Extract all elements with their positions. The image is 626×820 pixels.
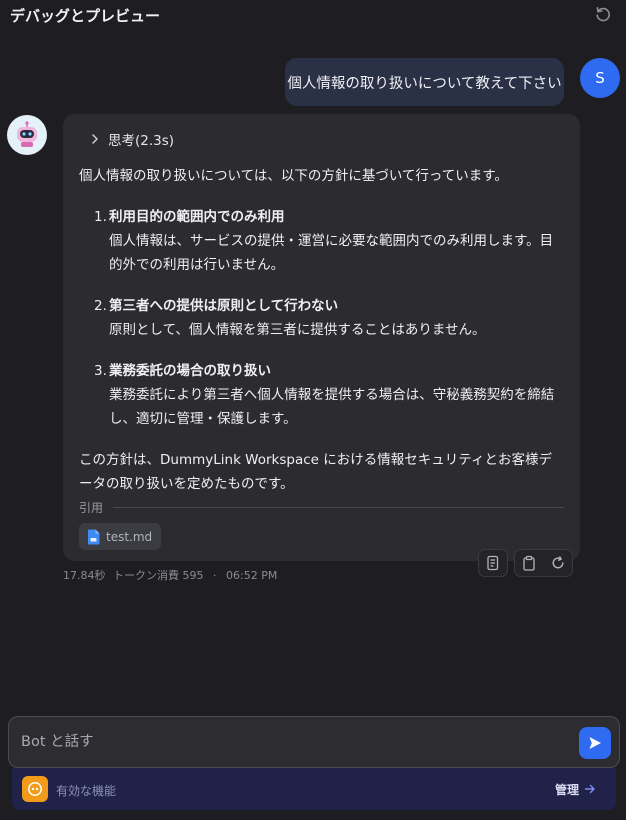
list-item: 1. 利用目的の範囲内でのみ利用 個人情報は、サービスの提供・運営に必要な範囲内… bbox=[79, 205, 563, 277]
citation-divider: 引用 bbox=[79, 499, 564, 515]
features-label: 有効な機能 bbox=[56, 784, 117, 798]
thinking-toggle[interactable]: 思考(2.3s) bbox=[88, 130, 175, 149]
list-item-body: 原則として、個人情報を第三者に提供することはありません。 bbox=[109, 322, 486, 338]
refresh-icon[interactable] bbox=[594, 5, 612, 23]
arrow-right-icon bbox=[584, 784, 595, 794]
message-actions-right bbox=[514, 549, 573, 577]
list-item-title: 利用目的の範囲内でのみ利用 bbox=[109, 209, 285, 225]
citation-file-chip[interactable]: test.md bbox=[79, 523, 162, 550]
list-item: 3. 業務委託の場合の取り扱い 業務委託により第三者へ個人情報を提供する場合は、… bbox=[79, 359, 563, 431]
quote-icon bbox=[28, 782, 42, 796]
policy-list: 1. 利用目的の範囲内でのみ利用 個人情報は、サービスの提供・運営に必要な範囲内… bbox=[79, 205, 563, 431]
list-item-body: 業務委託により第三者へ個人情報を提供する場合は、守秘義務契約を締結し、適切に管理… bbox=[109, 387, 555, 427]
message-time: 06:52 PM bbox=[226, 569, 278, 582]
citation-label: 引用 bbox=[79, 500, 104, 515]
send-button[interactable] bbox=[579, 727, 611, 759]
list-item-title: 業務委託の場合の取り扱い bbox=[109, 363, 271, 379]
robot-icon bbox=[17, 121, 37, 147]
document-icon[interactable] bbox=[485, 555, 501, 571]
list-number: 1. bbox=[94, 209, 107, 225]
list-item-title: 第三者への提供は原則として行わない bbox=[109, 298, 339, 314]
list-item-body: 個人情報は、サービスの提供・運営に必要な範囲内でのみ利用します。目的外での利用は… bbox=[109, 233, 554, 273]
thinking-label: 思考(2.3s) bbox=[108, 133, 175, 149]
send-icon bbox=[589, 737, 601, 749]
bot-avatar[interactable] bbox=[7, 115, 47, 155]
page-title: デバッグとプレビュー bbox=[10, 7, 161, 25]
chevron-right-icon bbox=[92, 134, 98, 144]
chat-input[interactable] bbox=[21, 727, 561, 757]
meta-separator: · bbox=[213, 569, 217, 582]
list-number: 2. bbox=[94, 298, 107, 314]
citation-file-name: test.md bbox=[106, 529, 153, 544]
features-bar: 有効な機能 管理 bbox=[12, 768, 616, 810]
panel-header: デバッグとプレビュー bbox=[0, 0, 626, 30]
bot-answer: 個人情報の取り扱いについては、以下の方針に基づいて行っています。 1. 利用目的… bbox=[79, 164, 563, 496]
answer-intro: 個人情報の取り扱いについては、以下の方針に基づいて行っています。 bbox=[79, 168, 508, 184]
response-duration: 17.84秒 bbox=[63, 569, 106, 582]
user-message: 個人情報の取り扱いについて教えて下さい bbox=[285, 58, 564, 106]
copy-icon[interactable] bbox=[521, 555, 537, 571]
bot-message: 思考(2.3s) 個人情報の取り扱いについては、以下の方針に基づいて行っています… bbox=[63, 114, 580, 561]
list-item: 2. 第三者への提供は原則として行わない 原則として、個人情報を第三者に提供する… bbox=[79, 294, 563, 342]
manage-link[interactable]: 管理 bbox=[555, 781, 596, 797]
regenerate-icon[interactable] bbox=[550, 555, 566, 571]
file-icon bbox=[88, 529, 100, 544]
manage-label: 管理 bbox=[555, 782, 580, 797]
token-usage: トークン消費 595 bbox=[113, 569, 204, 582]
list-number: 3. bbox=[94, 363, 107, 379]
features-icon bbox=[22, 776, 48, 802]
message-meta: 17.84秒 トークン消費 595 · 06:52 PM bbox=[63, 567, 277, 583]
answer-conclusion: この方針は、DummyLink Workspace における情報セキュリティとお… bbox=[79, 452, 552, 492]
divider bbox=[113, 506, 564, 508]
chat-input-box bbox=[8, 716, 620, 768]
message-actions-left bbox=[478, 549, 508, 577]
user-avatar[interactable]: S bbox=[580, 58, 620, 98]
